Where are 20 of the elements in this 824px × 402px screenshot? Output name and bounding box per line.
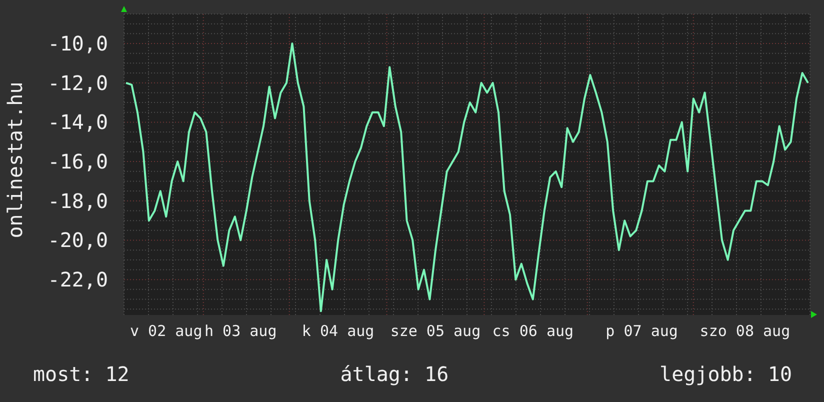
y-tick-label: -20,0 [48,228,108,252]
y-tick-label: -12,0 [48,70,108,95]
x-tick-label: szo 08 aug [700,322,790,340]
x-tick-label: v 02 aug [130,322,202,340]
y-tick-label: -18,0 [48,188,108,213]
y-axis-title: onlinestat.hu [3,82,27,238]
y-tick-label: -14,0 [48,110,108,134]
x-axis-arrow-icon [811,311,817,318]
y-tick-label: -10,0 [48,32,108,56]
x-tick-label: cs 06 aug [492,322,574,340]
x-tick-label: h 03 aug [204,322,277,340]
summary-stat: most: 12 [33,362,130,386]
y-tick-label: -16,0 [48,150,108,174]
summary-stat: legjobb: 10 [660,362,792,386]
x-tick-label: sze 05 aug [390,322,481,340]
y-tick-label: -22,0 [48,268,108,292]
y-axis-arrow-icon [121,6,127,12]
x-tick-label: k 04 aug [302,322,374,340]
x-tick-label: p 07 aug [606,322,678,340]
summary-stat: átlag: 16 [340,362,449,386]
